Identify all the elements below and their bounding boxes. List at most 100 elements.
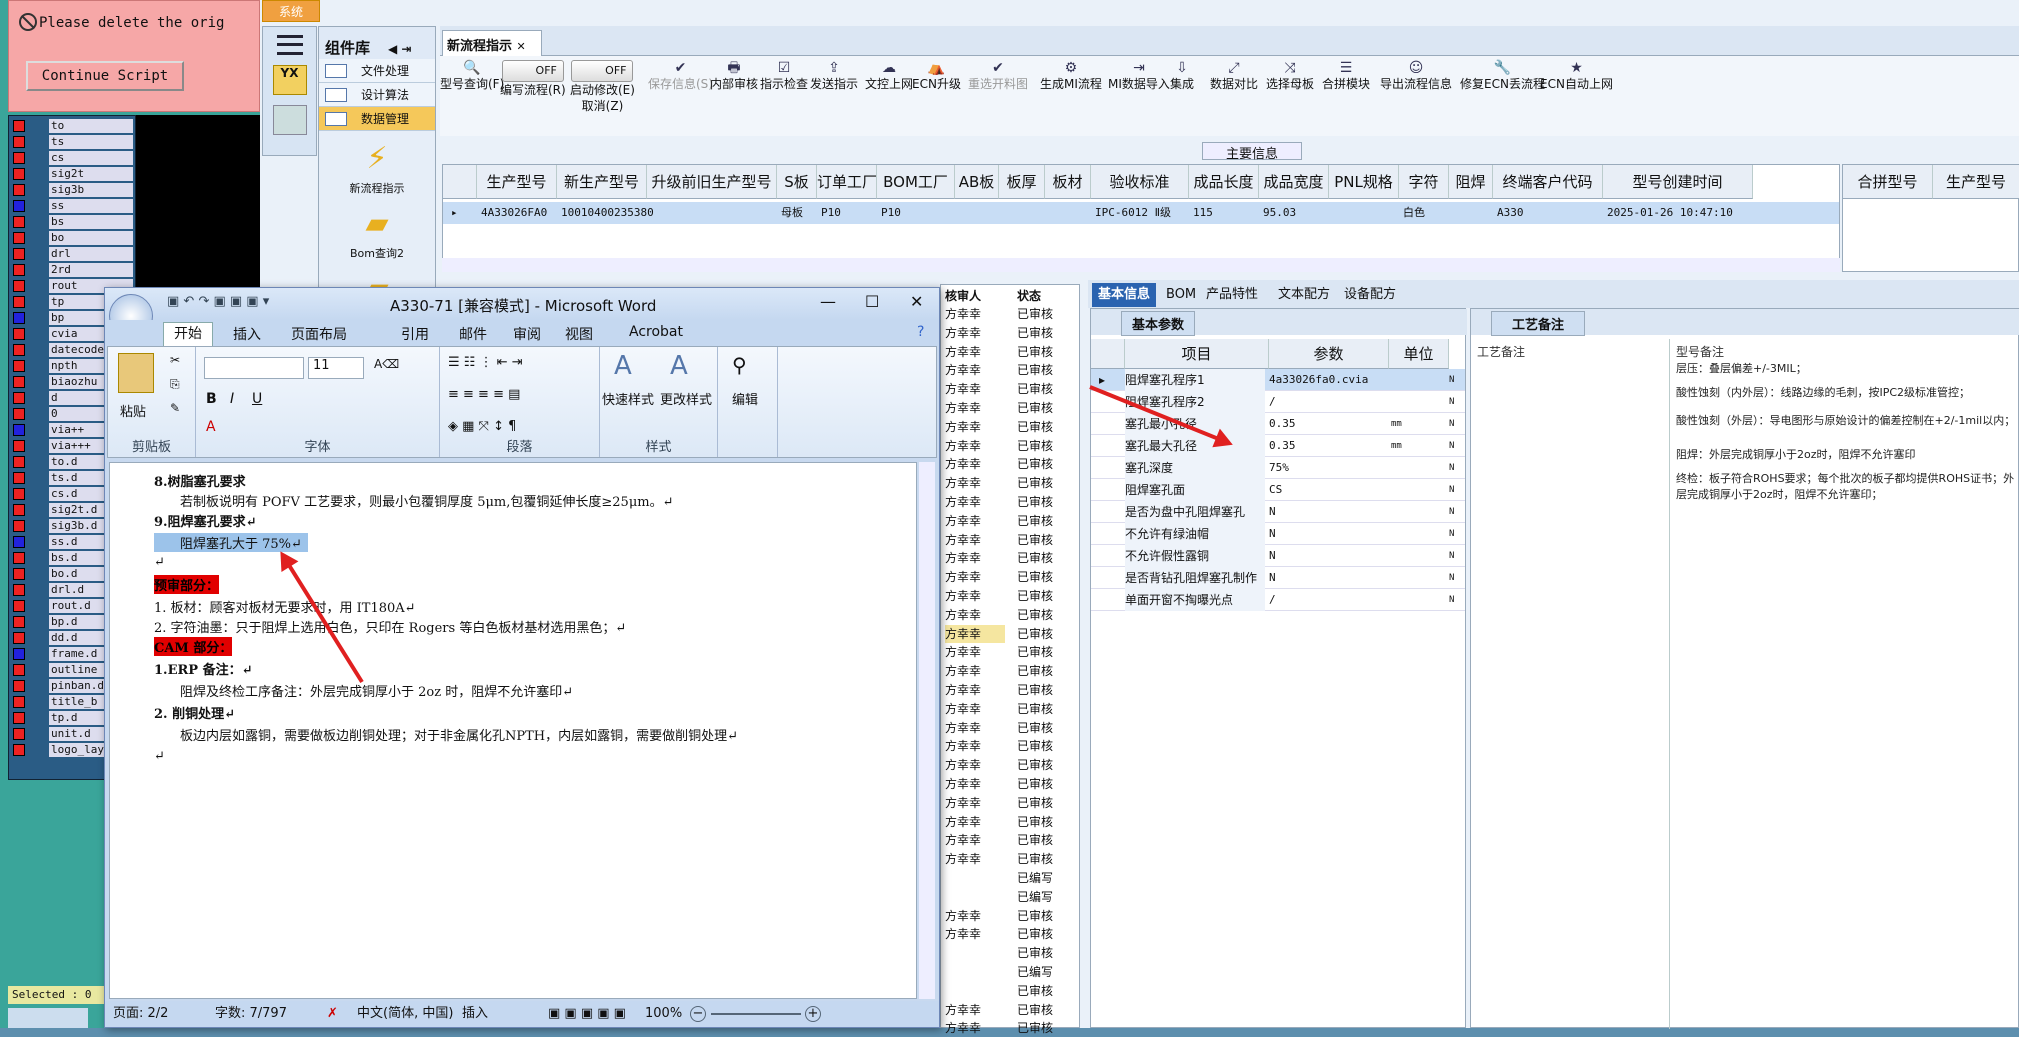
continue-script-button[interactable]: Continue Script bbox=[26, 61, 184, 91]
col-param[interactable]: 参数 bbox=[1269, 339, 1389, 369]
list-item-status[interactable]: 已审核 bbox=[1017, 813, 1053, 831]
list-buttons[interactable]: ☰ ☷ ⋮ ⇤ ⇥ bbox=[448, 355, 523, 370]
list-item-status[interactable]: 已审核 bbox=[1017, 493, 1053, 511]
grid-cell[interactable]: 白色 bbox=[1403, 203, 1449, 223]
param-value[interactable]: N bbox=[1269, 567, 1389, 589]
grid-cell[interactable]: P10 bbox=[881, 203, 955, 223]
list-item-status[interactable]: 已审核 bbox=[1017, 775, 1053, 793]
list-item-status[interactable]: 已审核 bbox=[1017, 549, 1053, 567]
param-row[interactable]: 单面开窗不掏曝光点 / N bbox=[1091, 589, 1465, 611]
quick-style-button[interactable]: 快速样式 bbox=[602, 389, 654, 408]
list-item-status[interactable]: 已审核 bbox=[1017, 719, 1053, 737]
grid-column-header[interactable]: 终端客户代码 bbox=[1493, 165, 1603, 199]
list-item-status[interactable]: 已审核 bbox=[1017, 737, 1053, 755]
grid-column-header[interactable]: 板厚 bbox=[999, 165, 1045, 199]
list-item-status[interactable]: 已审核 bbox=[1017, 380, 1053, 398]
param-value[interactable]: N bbox=[1269, 501, 1389, 523]
list-item-reviewer[interactable]: 方幸幸 bbox=[945, 831, 981, 849]
param-value[interactable]: N bbox=[1269, 523, 1389, 545]
list-item-status[interactable]: 已审核 bbox=[1017, 643, 1053, 661]
list-item-reviewer[interactable]: 方幸幸 bbox=[945, 455, 981, 473]
list-item-status[interactable]: 已审核 bbox=[1017, 418, 1053, 436]
list-item-status[interactable]: 已审核 bbox=[1017, 1001, 1053, 1019]
layer-row[interactable]: sig3b bbox=[13, 183, 133, 197]
new-flow-shortcut[interactable]: ⚡ 新流程指示 bbox=[319, 141, 435, 196]
ribbon-tab[interactable]: 开始 bbox=[163, 322, 213, 346]
list-item-reviewer[interactable]: 方幸幸 bbox=[945, 681, 981, 699]
ribbon-tab[interactable]: 页面布局 bbox=[291, 324, 347, 344]
tab-1[interactable]: BOM bbox=[1160, 283, 1202, 307]
grid-cell[interactable]: 10010400235380 bbox=[561, 203, 654, 223]
grid-cell[interactable]: 2025-01-26 10:47:10 bbox=[1607, 203, 1753, 223]
toolbar-button[interactable]: OFF 启动修改(E) 取消(Z) bbox=[570, 60, 635, 114]
close-icon[interactable]: ✕ bbox=[517, 40, 526, 53]
doc-line[interactable]: ↵ bbox=[154, 555, 165, 570]
language[interactable]: 中文(简体, 中国) bbox=[357, 1001, 453, 1027]
list-item-reviewer[interactable]: 方幸幸 bbox=[945, 343, 981, 361]
param-row[interactable]: 不允许假性露铜 N N bbox=[1091, 545, 1465, 567]
list-item-status[interactable]: 已审核 bbox=[1017, 455, 1053, 473]
toolbar-button[interactable]: ☑ 指示检查 bbox=[760, 60, 808, 92]
tab-new-flow[interactable]: 新流程指示 ✕ bbox=[442, 30, 542, 56]
list-item-status[interactable]: 已审核 bbox=[1017, 324, 1053, 342]
list-item-reviewer[interactable]: 方幸幸 bbox=[945, 794, 981, 812]
doc-line[interactable]: 若制板说明有 POFV 工艺要求，则最小包覆铜厚度 5μm,包覆铜延伸长度≥25… bbox=[180, 491, 674, 510]
ribbon-tab[interactable]: 审阅 bbox=[513, 324, 541, 344]
toolbar-button[interactable]: ✔ 重选开料图 bbox=[968, 60, 1028, 92]
layer-row[interactable]: ts bbox=[13, 135, 133, 149]
list-item-status[interactable]: 已审核 bbox=[1017, 794, 1053, 812]
list-item-status[interactable]: 已编写 bbox=[1017, 888, 1053, 906]
list-item-reviewer[interactable]: 方幸幸 bbox=[945, 643, 981, 661]
list-item-reviewer[interactable]: 方幸幸 bbox=[945, 531, 981, 549]
toolbar-button[interactable]: ★ ECN自动上网 bbox=[1540, 60, 1613, 92]
ribbon-tab[interactable]: 邮件 bbox=[459, 324, 487, 344]
list-item-reviewer[interactable]: 方幸幸 bbox=[945, 1019, 981, 1037]
toolbar-button[interactable]: 🔧 修复ECN丢流程 bbox=[1460, 60, 1545, 92]
list-item-status[interactable]: 已审核 bbox=[1017, 474, 1053, 492]
toolbar-button[interactable]: ☺ 导出流程信息 bbox=[1380, 60, 1452, 92]
list-item-status[interactable]: 已审核 bbox=[1017, 343, 1053, 361]
list-item-reviewer[interactable]: 方幸幸 bbox=[945, 305, 981, 323]
cut-icon[interactable]: ✂ bbox=[170, 353, 180, 367]
calculator-icon[interactable] bbox=[272, 105, 307, 135]
grid-column-header[interactable]: 阻焊 bbox=[1449, 165, 1493, 199]
collapse-icon[interactable]: ◀ ⇥ bbox=[388, 42, 411, 56]
grid-cell[interactable] bbox=[651, 203, 777, 223]
layer-row[interactable]: to bbox=[13, 119, 133, 133]
list-item-status[interactable]: 已审核 bbox=[1017, 850, 1053, 868]
list-item-reviewer[interactable]: 方幸幸 bbox=[945, 1001, 981, 1019]
grid-cell[interactable]: IPC-6012 Ⅱ级 bbox=[1095, 203, 1189, 223]
change-style-button[interactable]: 更改样式 bbox=[660, 389, 712, 408]
layer-row[interactable]: cs bbox=[13, 151, 133, 165]
list-item-reviewer[interactable]: 方幸幸 bbox=[945, 719, 981, 737]
list-item-reviewer[interactable]: 方幸幸 bbox=[945, 399, 981, 417]
grid-column-header[interactable]: PNL规格 bbox=[1329, 165, 1399, 199]
grid-column-header[interactable]: 型号创建时间 bbox=[1603, 165, 1753, 199]
list-item-reviewer[interactable]: 方幸幸 bbox=[945, 624, 1005, 643]
list-item-reviewer[interactable]: 方幸幸 bbox=[945, 437, 981, 455]
nav-item-algorithm[interactable]: 设计算法 bbox=[319, 83, 435, 107]
grid-cell[interactable]: 115 bbox=[1193, 203, 1259, 223]
system-tab[interactable]: 系统 bbox=[262, 0, 320, 22]
grid-column-header[interactable]: 板材 bbox=[1045, 165, 1091, 199]
ribbon-tab[interactable]: 引用 bbox=[401, 324, 429, 344]
list-item-status[interactable]: 已审核 bbox=[1017, 399, 1053, 417]
list-item-reviewer[interactable]: 方幸幸 bbox=[945, 324, 981, 342]
tab-3[interactable]: 文本配方 bbox=[1272, 283, 1336, 307]
param-row[interactable]: 阻焊塞孔程序1 4a33026fa0.cvia N ▸ bbox=[1091, 369, 1465, 391]
grid-cell[interactable]: P10 bbox=[821, 203, 877, 223]
param-row[interactable]: 塞孔深度 75% N bbox=[1091, 457, 1465, 479]
doc-line[interactable]: 2. 字符油墨：只于阻焊上选用白色，只印在 Rogers 等白色板材基材选用黑色… bbox=[154, 617, 626, 636]
list-item-reviewer[interactable]: 方幸幸 bbox=[945, 380, 981, 398]
font-name-select[interactable] bbox=[204, 357, 304, 379]
list-item-reviewer[interactable]: 方幸幸 bbox=[945, 737, 981, 755]
edit-button[interactable]: 编辑 bbox=[732, 389, 758, 408]
paste-icon[interactable] bbox=[118, 353, 154, 393]
grid-column-header[interactable]: S板 bbox=[777, 165, 817, 199]
tab-2[interactable]: 产品特性 bbox=[1200, 283, 1264, 307]
close-icon[interactable]: ✕ bbox=[910, 292, 923, 311]
grid-cell[interactable] bbox=[1453, 203, 1493, 223]
shading-buttons[interactable]: ◈ ▦ ⤧ ↕ ¶ bbox=[448, 419, 516, 434]
list-item-status[interactable]: 已审核 bbox=[1017, 512, 1053, 530]
list-item-reviewer[interactable]: 方幸幸 bbox=[945, 756, 981, 774]
